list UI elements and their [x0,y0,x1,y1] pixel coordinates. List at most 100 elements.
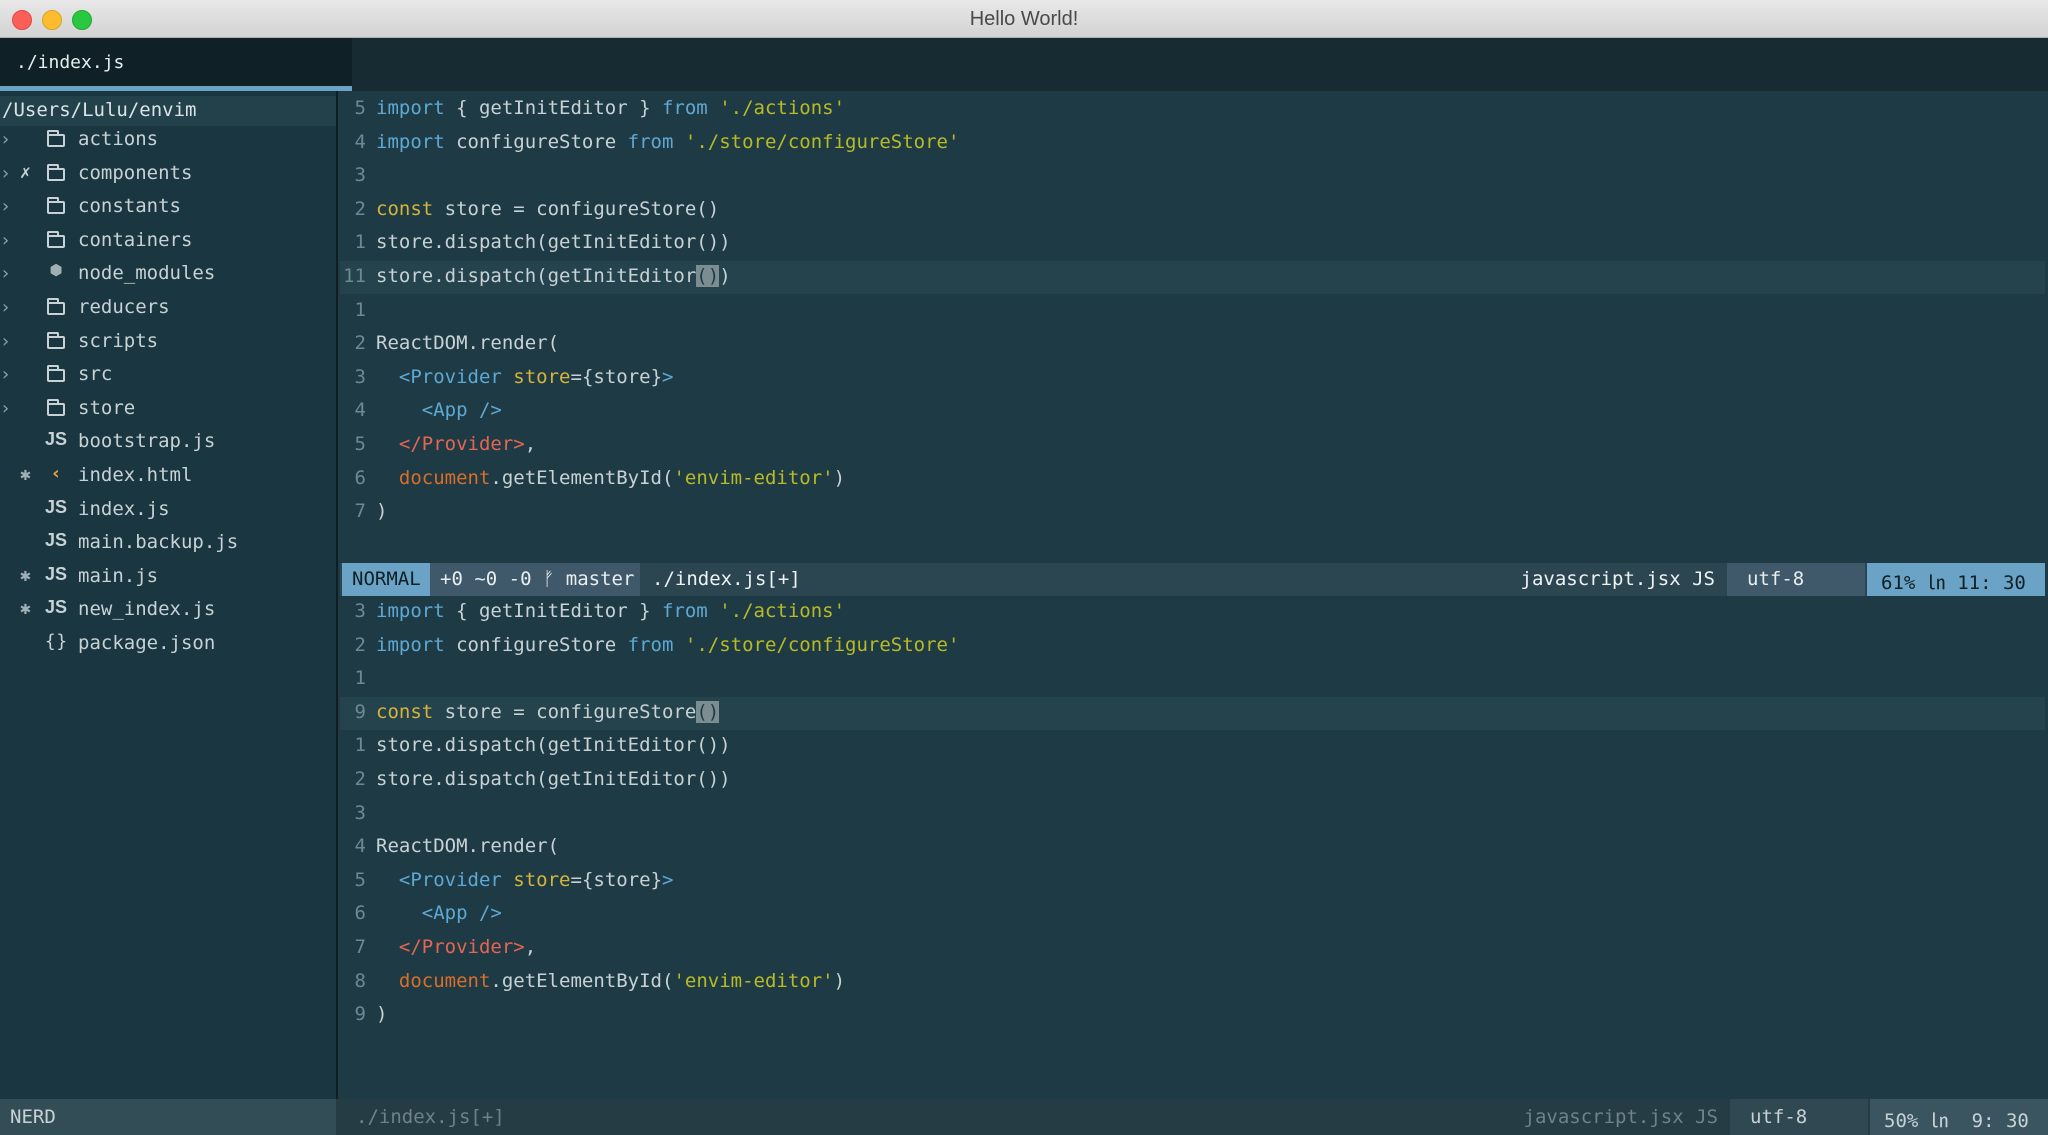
chevron-right-icon[interactable]: › [0,263,14,284]
code-text: ReactDOM.render( [376,835,559,857]
tree-item-label: main.js [78,564,159,587]
line-number: 6 [354,466,366,489]
tab-index-js[interactable]: ./index.js [0,38,352,91]
code-token: , [524,936,537,958]
tree-item[interactable]: › src [0,360,336,393]
code-line[interactable]: 2 import configureStore from './store/con… [340,630,2048,663]
tree-item[interactable]: › store [0,394,336,427]
chevron-right-icon[interactable]: › [0,196,14,217]
tree-item[interactable]: ✱ JS new_index.js [0,595,336,628]
chevron-right-icon[interactable]: › [0,364,14,385]
code-token: document [398,969,491,992]
code-text: const store = configureStore() [376,700,720,723]
js-icon: JS [44,429,68,450]
git-status-icon: ✱ [20,598,31,620]
code-line[interactable]: 2 const store = configureStore() [340,194,2048,227]
chevron-right-icon[interactable]: › [0,331,14,352]
code-token: , [524,433,537,455]
editor-pane-top[interactable]: 5 import { getInitEditor } from './action… [340,91,2048,563]
code-line[interactable]: 9) [340,999,2048,1032]
code-token: > [662,868,674,891]
tree-item-label: node_modules [78,262,216,285]
chevron-right-icon[interactable]: › [0,230,14,251]
code-line[interactable]: 8 document.getElementById('envim-editor'… [340,966,2048,999]
line-number: 5 [354,433,366,455]
code-token: configureStore [444,633,628,656]
code-text: <Provider store={store}> [376,365,674,388]
code-token: document [398,466,491,489]
line-number: 1 [354,667,366,690]
code-line[interactable]: 3 <Provider store={store}> [340,362,2048,395]
code-line[interactable]: 3 [340,160,2048,193]
code-line[interactable]: 2 store.dispatch(getInitEditor()) [340,764,2048,797]
tree-item[interactable]: › ✗ components [0,159,336,192]
tree-item[interactable]: ✱ ‹ index.html [0,461,336,494]
code-token: './store/configureStore' [684,633,960,656]
chevron-right-icon[interactable]: › [0,398,14,419]
code-line[interactable]: 7) [340,496,2048,529]
line-number: 4 [354,835,366,858]
code-line[interactable]: 4 ReactDOM.render( [340,831,2048,864]
line-number: 7 [354,936,366,958]
code-line[interactable]: 1 store.dispatch(getInitEditor()) [340,730,2048,763]
tree-item[interactable]: {} package.json [0,629,336,662]
code-line[interactable]: 6 <App /> [340,898,2048,931]
code-text: store.dispatch(getInitEditor()) [376,265,731,287]
line-number: 2 [354,332,366,355]
code-line[interactable]: 3 [340,798,2048,831]
line-number: 3 [354,365,366,388]
line-number: 2 [354,197,366,220]
code-token: </Provider> [398,433,525,455]
tree-root-path[interactable]: /Users/Lulu/envim [0,96,336,126]
code-text: store.dispatch(getInitEditor()) [376,768,731,790]
js-icon: JS [44,597,68,618]
code-line[interactable]: 4 import configureStore from './store/con… [340,127,2048,160]
line-number: 4 [354,130,366,153]
code-line[interactable]: 3 import { getInitEditor } from './action… [340,596,2048,629]
code-text: ) [376,1003,387,1025]
code-line-current[interactable]: 11 store.dispatch(getInitEditor()) [340,261,2045,294]
code-line[interactable]: 5 import { getInitEditor } from './action… [340,93,2048,126]
position-label: 61% ㏑ 11: 30 [1881,572,2026,594]
tree-item[interactable]: › actions [0,125,336,158]
code-line[interactable]: 4 <App /> [340,395,2048,428]
tree-item-label: constants [78,195,181,218]
code-line[interactable]: 5 <Provider store={store}> [340,865,2048,898]
tree-item[interactable]: JS main.backup.js [0,528,336,561]
bottombar-encoding: utf-8 [1730,1099,1868,1135]
line-number: 11 [343,265,366,287]
code-token: store.dispatch(getInitEditor()) [376,231,731,254]
code-text: import configureStore from './store/conf… [376,634,959,656]
code-line[interactable]: 2 ReactDOM.render( [340,328,2048,361]
folder-icon [42,396,70,417]
code-token: ={store} [570,365,663,388]
chevron-right-icon[interactable]: › [0,129,14,150]
tree-item[interactable]: › containers [0,226,336,259]
tree-item[interactable]: › ⬢ node_modules [0,259,336,292]
tree-item[interactable]: › constants [0,192,336,225]
code-line[interactable]: 7 </Provider>, [340,932,2048,965]
split-divider[interactable] [336,91,338,1099]
tree-item-label: containers [78,228,193,251]
tree-item[interactable]: › reducers [0,293,336,326]
code-line[interactable]: 1 [340,295,2048,328]
code-line-current[interactable]: 9 const store = configureStore() [340,696,2045,730]
code-line[interactable]: 1 [340,663,2048,696]
chevron-right-icon[interactable]: › [0,163,14,184]
code-text: ) [376,500,387,522]
code-token: store.dispatch(getInitEditor [376,265,697,287]
code-line[interactable]: 6 document.getElementById('envim-editor'… [340,463,2048,496]
tabline: ./index.js [0,38,2048,91]
tree-item[interactable]: JS index.js [0,495,336,528]
chevron-right-icon[interactable]: › [0,297,14,318]
tree-item[interactable]: JS bootstrap.js [0,427,336,460]
code-line[interactable]: 1 store.dispatch(getInitEditor()) [340,227,2048,260]
tree-item[interactable]: › scripts [0,327,336,360]
editor-pane-bottom[interactable]: 3 import { getInitEditor } from './action… [340,596,2048,1099]
code-line[interactable]: 5 </Provider>, [340,429,2048,462]
folder-icon [42,329,70,350]
tree-item-label: components [78,161,193,184]
tree-item[interactable]: ✱ JS main.js [0,562,336,595]
